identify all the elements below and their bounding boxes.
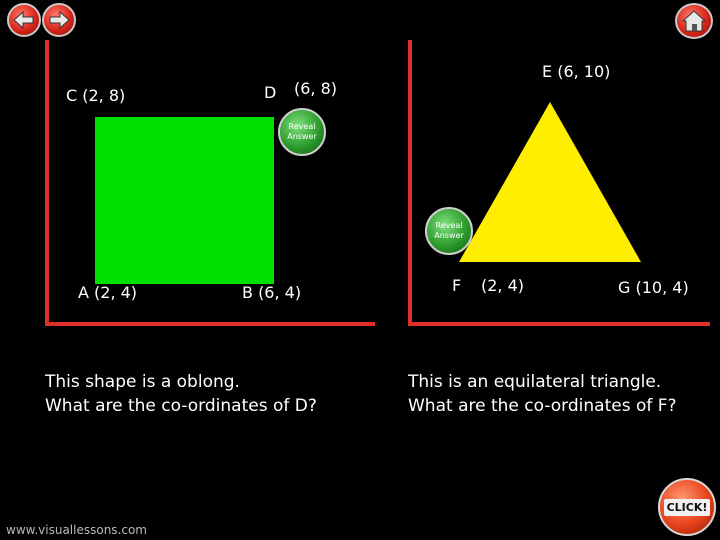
reveal-label: Reveal bbox=[435, 221, 463, 230]
left-y-axis bbox=[45, 40, 49, 326]
home-icon bbox=[681, 10, 707, 32]
arrow-right-icon bbox=[49, 10, 70, 30]
label-a: A (2, 4) bbox=[78, 283, 138, 302]
forward-button[interactable] bbox=[42, 3, 76, 37]
right-question-line2: What are the co-ordinates of F? bbox=[408, 396, 677, 416]
label-e: E (6, 10) bbox=[542, 62, 611, 81]
label-c: C (2, 8) bbox=[66, 86, 126, 105]
back-button[interactable] bbox=[7, 3, 41, 37]
reveal-answer-d-button[interactable]: Reveal Answer bbox=[278, 108, 326, 156]
answer-d: (6, 8) bbox=[294, 79, 338, 98]
label-b: B (6, 4) bbox=[242, 283, 302, 302]
arrow-left-icon bbox=[13, 10, 34, 30]
site-credit: www.visuallessons.com bbox=[6, 523, 147, 537]
green-oblong bbox=[95, 117, 274, 284]
right-y-axis bbox=[408, 40, 412, 326]
left-x-axis bbox=[45, 322, 375, 326]
right-x-axis bbox=[408, 322, 710, 326]
label-d: D bbox=[264, 83, 277, 102]
reveal-answer-f-button[interactable]: Reveal Answer bbox=[425, 207, 473, 255]
reveal-label: Answer bbox=[287, 132, 317, 141]
home-button[interactable] bbox=[675, 3, 713, 39]
click-button[interactable]: CLICK! bbox=[658, 478, 716, 536]
left-question-line1: This shape is a oblong. bbox=[45, 372, 240, 392]
label-g: G (10, 4) bbox=[618, 278, 689, 297]
reveal-label: Answer bbox=[434, 231, 464, 240]
reveal-label: Reveal bbox=[288, 122, 316, 131]
label-f: F bbox=[452, 276, 462, 295]
right-question-line1: This is an equilateral triangle. bbox=[408, 372, 662, 392]
click-label: CLICK! bbox=[663, 498, 711, 516]
yellow-triangle bbox=[459, 102, 641, 262]
left-question-line2: What are the co-ordinates of D? bbox=[45, 396, 317, 416]
answer-f: (2, 4) bbox=[481, 276, 525, 295]
